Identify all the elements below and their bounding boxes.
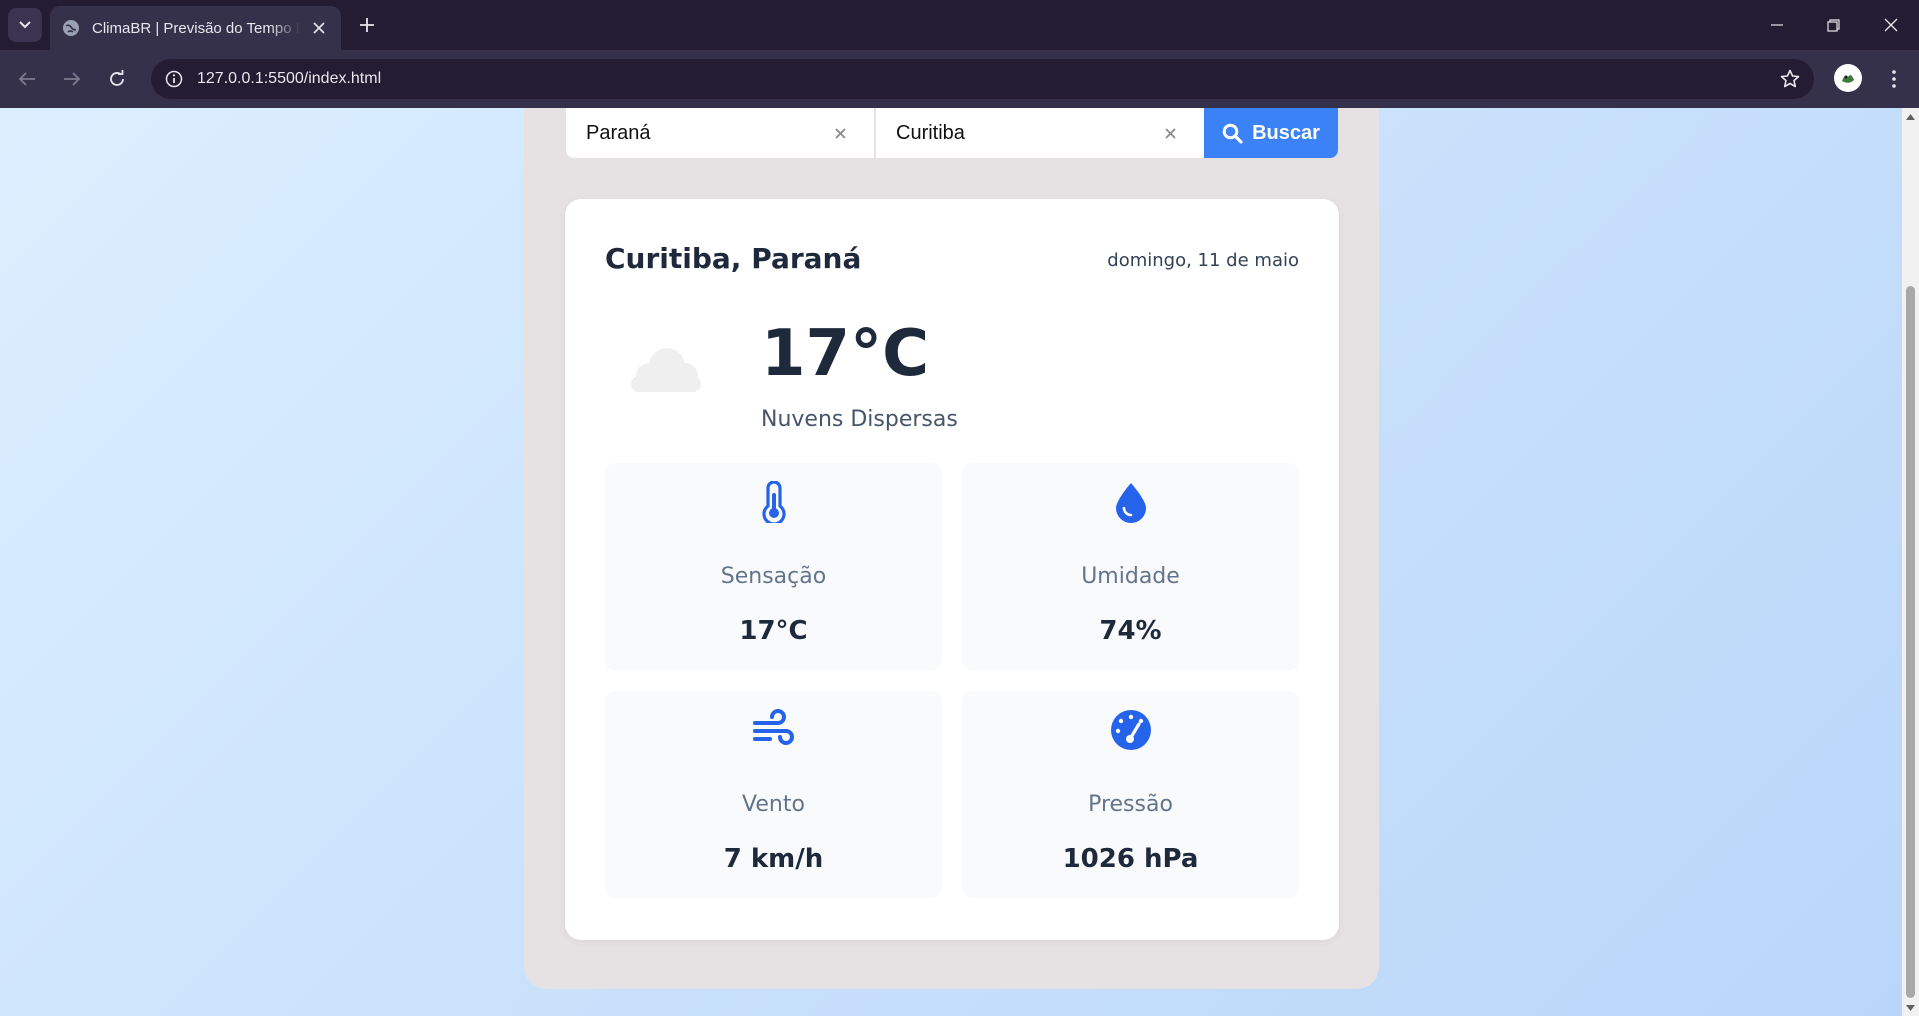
metric-value: 74% xyxy=(1099,616,1162,646)
more-vertical-icon xyxy=(1892,70,1896,88)
close-window-button[interactable] xyxy=(1862,0,1919,50)
metric-feels-like: Sensação 17°C xyxy=(605,463,942,670)
caret-down-icon xyxy=(1906,1004,1915,1011)
address-bar[interactable]: 127.0.0.1:5500/index.html xyxy=(151,59,1814,99)
city-input[interactable] xyxy=(896,121,1184,145)
chevron-down-icon xyxy=(19,21,31,29)
close-icon xyxy=(1884,18,1897,32)
metric-value: 1026 hPa xyxy=(1062,844,1199,874)
metric-label: Sensação xyxy=(720,564,827,589)
page-viewport: Buscar Curitiba, Paraná domingo, 11 de m… xyxy=(0,108,1902,1016)
city-clear-button[interactable] xyxy=(1160,123,1180,143)
star-icon xyxy=(1780,69,1800,88)
scroll-up-button[interactable] xyxy=(1902,108,1919,125)
new-tab-button[interactable] xyxy=(352,10,382,40)
globe-icon xyxy=(63,20,79,36)
forward-button[interactable] xyxy=(56,63,88,95)
close-icon xyxy=(313,22,325,34)
location-title: Curitiba, Paraná xyxy=(605,242,862,275)
scroll-thumb[interactable] xyxy=(1906,286,1915,998)
thermometer-icon xyxy=(761,481,786,523)
state-input[interactable] xyxy=(586,121,854,145)
search-icon xyxy=(1222,123,1243,144)
current-date: domingo, 11 de maio xyxy=(1107,250,1299,271)
avatar-icon xyxy=(1837,67,1859,89)
tab-title: ClimaBR | Previsão do Tempo Intelligence xyxy=(92,19,301,37)
reload-icon xyxy=(110,70,124,86)
tab-close-button[interactable] xyxy=(309,18,329,38)
tab-search-button[interactable] xyxy=(8,8,42,42)
weather-condition: Nuvens Dispersas xyxy=(761,407,958,432)
scroll-down-button[interactable] xyxy=(1902,999,1919,1016)
app-container: Buscar Curitiba, Paraná domingo, 11 de m… xyxy=(524,108,1379,989)
window-controls xyxy=(1748,0,1919,50)
state-clear-button[interactable] xyxy=(830,123,850,143)
minimize-icon xyxy=(1770,24,1783,26)
cloud-icon xyxy=(631,348,701,392)
arrow-left-icon xyxy=(18,72,35,86)
page-scrollbar[interactable] xyxy=(1902,108,1919,1016)
metric-label: Umidade xyxy=(1081,564,1180,589)
weather-card: Curitiba, Paraná domingo, 11 de maio 17°… xyxy=(565,199,1339,940)
plus-icon xyxy=(360,18,374,32)
browser-menu-button[interactable] xyxy=(1878,63,1910,95)
browser-tab-bar: ClimaBR | Previsão do Tempo Intelligence xyxy=(0,0,1919,50)
gauge-icon xyxy=(1110,710,1151,750)
browser-tab-active[interactable]: ClimaBR | Previsão do Tempo Intelligence xyxy=(50,6,341,50)
minimize-button[interactable] xyxy=(1748,0,1805,50)
metric-value: 17°C xyxy=(739,616,808,646)
info-icon xyxy=(165,70,183,88)
wind-icon xyxy=(752,709,794,745)
metric-pressure: Pressão 1026 hPa xyxy=(962,691,1299,898)
state-field[interactable] xyxy=(566,108,874,158)
restore-button[interactable] xyxy=(1805,0,1862,50)
close-icon xyxy=(834,127,846,139)
search-button[interactable]: Buscar xyxy=(1204,108,1338,158)
city-field[interactable] xyxy=(874,108,1204,158)
close-icon xyxy=(1164,127,1176,139)
site-info-button[interactable] xyxy=(161,66,187,92)
restore-icon xyxy=(1827,18,1840,32)
bookmark-button[interactable] xyxy=(1778,67,1802,91)
metric-label: Vento xyxy=(742,792,805,817)
search-button-label: Buscar xyxy=(1252,121,1320,144)
url-text: 127.0.0.1:5500/index.html xyxy=(197,70,382,87)
browser-toolbar: 127.0.0.1:5500/index.html xyxy=(0,50,1919,108)
search-form: Buscar xyxy=(566,108,1338,158)
back-button[interactable] xyxy=(11,63,43,95)
reload-button[interactable] xyxy=(101,63,133,95)
profile-avatar[interactable] xyxy=(1834,64,1862,92)
droplet-icon xyxy=(1115,483,1146,523)
arrow-right-icon xyxy=(64,72,81,86)
metric-label: Pressão xyxy=(1088,792,1173,817)
current-temperature: 17°C xyxy=(761,317,930,391)
metric-wind: Vento 7 km/h xyxy=(605,691,942,898)
metric-value: 7 km/h xyxy=(723,844,824,874)
metric-humidity: Umidade 74% xyxy=(962,463,1299,670)
caret-up-icon xyxy=(1906,113,1915,120)
